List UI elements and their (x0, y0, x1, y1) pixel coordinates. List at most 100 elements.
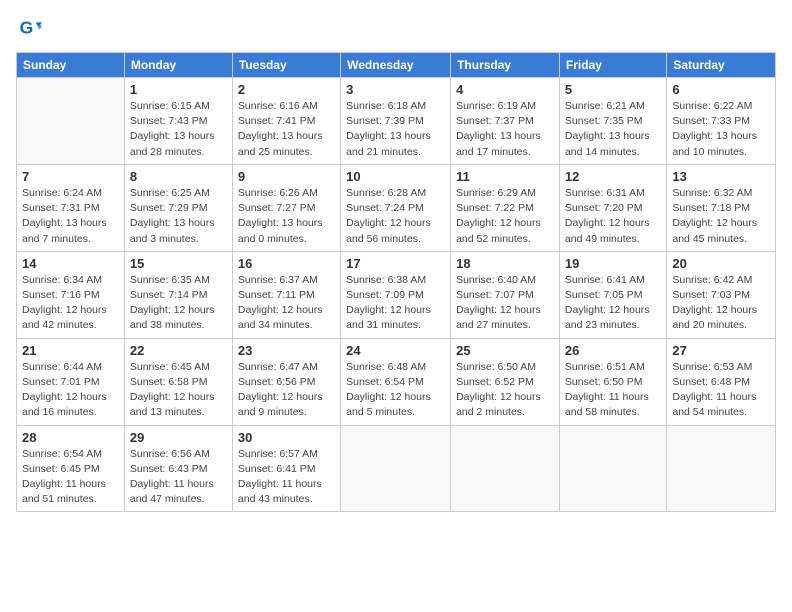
calendar-cell: 10 Sunrise: 6:28 AMSunset: 7:24 PMDayligh… (341, 164, 451, 251)
day-info: Sunrise: 6:22 AMSunset: 7:33 PMDaylight:… (672, 99, 770, 160)
calendar-cell: 7 Sunrise: 6:24 AMSunset: 7:31 PMDaylight… (17, 164, 125, 251)
calendar-cell: 11 Sunrise: 6:29 AMSunset: 7:22 PMDayligh… (451, 164, 560, 251)
day-number: 15 (130, 256, 227, 271)
calendar-cell: 14 Sunrise: 6:34 AMSunset: 7:16 PMDayligh… (17, 251, 125, 338)
calendar-cell: 28 Sunrise: 6:54 AMSunset: 6:45 PMDayligh… (17, 425, 125, 512)
calendar-cell: 30 Sunrise: 6:57 AMSunset: 6:41 PMDayligh… (232, 425, 340, 512)
day-number: 26 (565, 343, 661, 358)
day-info: Sunrise: 6:15 AMSunset: 7:43 PMDaylight:… (130, 99, 227, 160)
day-number: 20 (672, 256, 770, 271)
day-number: 17 (346, 256, 445, 271)
calendar-cell: 17 Sunrise: 6:38 AMSunset: 7:09 PMDayligh… (341, 251, 451, 338)
calendar-cell (451, 425, 560, 512)
day-info: Sunrise: 6:40 AMSunset: 7:07 PMDaylight:… (456, 273, 554, 334)
day-number: 2 (238, 82, 335, 97)
weekday-header: Saturday (667, 53, 776, 78)
svg-text:G: G (20, 18, 34, 38)
day-number: 1 (130, 82, 227, 97)
day-info: Sunrise: 6:32 AMSunset: 7:18 PMDaylight:… (672, 186, 770, 247)
day-info: Sunrise: 6:16 AMSunset: 7:41 PMDaylight:… (238, 99, 335, 160)
page: G SundayMondayTuesdayWednesdayThursdayFr… (0, 0, 792, 612)
calendar-cell: 15 Sunrise: 6:35 AMSunset: 7:14 PMDayligh… (124, 251, 232, 338)
day-number: 24 (346, 343, 445, 358)
calendar-week-row: 28 Sunrise: 6:54 AMSunset: 6:45 PMDayligh… (17, 425, 776, 512)
calendar-week-row: 7 Sunrise: 6:24 AMSunset: 7:31 PMDaylight… (17, 164, 776, 251)
calendar-cell (667, 425, 776, 512)
calendar-cell: 9Sunrise: 6:26 AMSunset: 7:27 PMDaylight… (232, 164, 340, 251)
day-number: 21 (22, 343, 119, 358)
calendar-cell: 2 Sunrise: 6:16 AMSunset: 7:41 PMDaylight… (232, 78, 340, 165)
day-info: Sunrise: 6:38 AMSunset: 7:09 PMDaylight:… (346, 273, 445, 334)
day-number: 7 (22, 169, 119, 184)
day-number: 22 (130, 343, 227, 358)
logo: G (16, 16, 48, 40)
day-info: Sunrise: 6:35 AMSunset: 7:14 PMDaylight:… (130, 273, 227, 334)
calendar-cell: 29Sunrise: 6:56 AMSunset: 6:43 PMDayligh… (124, 425, 232, 512)
calendar-cell (341, 425, 451, 512)
day-info: Sunrise: 6:25 AMSunset: 7:29 PMDaylight:… (130, 186, 227, 247)
calendar-cell (17, 78, 125, 165)
calendar-cell: 12Sunrise: 6:31 AMSunset: 7:20 PMDayligh… (559, 164, 666, 251)
day-number: 30 (238, 430, 335, 445)
day-number: 8 (130, 169, 227, 184)
calendar-cell: 24 Sunrise: 6:48 AMSunset: 6:54 PMDayligh… (341, 338, 451, 425)
day-number: 18 (456, 256, 554, 271)
calendar-cell: 22 Sunrise: 6:45 AMSunset: 6:58 PMDayligh… (124, 338, 232, 425)
calendar-week-row: 21 Sunrise: 6:44 AMSunset: 7:01 PMDayligh… (17, 338, 776, 425)
day-number: 16 (238, 256, 335, 271)
day-info: Sunrise: 6:42 AMSunset: 7:03 PMDaylight:… (672, 273, 770, 334)
day-info: Sunrise: 6:45 AMSunset: 6:58 PMDaylight:… (130, 360, 227, 421)
day-number: 28 (22, 430, 119, 445)
day-info: Sunrise: 6:48 AMSunset: 6:54 PMDaylight:… (346, 360, 445, 421)
calendar-cell: 26 Sunrise: 6:51 AMSunset: 6:50 PMDayligh… (559, 338, 666, 425)
calendar-cell: 8 Sunrise: 6:25 AMSunset: 7:29 PMDaylight… (124, 164, 232, 251)
day-info: Sunrise: 6:57 AMSunset: 6:41 PMDaylight:… (238, 447, 335, 508)
day-number: 5 (565, 82, 661, 97)
day-info: Sunrise: 6:29 AMSunset: 7:22 PMDaylight:… (456, 186, 554, 247)
weekday-header: Monday (124, 53, 232, 78)
day-number: 23 (238, 343, 335, 358)
day-number: 14 (22, 256, 119, 271)
calendar-cell: 1 Sunrise: 6:15 AMSunset: 7:43 PMDaylight… (124, 78, 232, 165)
day-number: 6 (672, 82, 770, 97)
calendar-header-row: SundayMondayTuesdayWednesdayThursdayFrid… (17, 53, 776, 78)
day-info: Sunrise: 6:50 AMSunset: 6:52 PMDaylight:… (456, 360, 554, 421)
calendar-cell: 13 Sunrise: 6:32 AMSunset: 7:18 PMDayligh… (667, 164, 776, 251)
day-info: Sunrise: 6:56 AMSunset: 6:43 PMDaylight:… (130, 447, 227, 508)
calendar-cell (559, 425, 666, 512)
calendar-cell: 27 Sunrise: 6:53 AMSunset: 6:48 PMDayligh… (667, 338, 776, 425)
day-info: Sunrise: 6:34 AMSunset: 7:16 PMDaylight:… (22, 273, 119, 334)
calendar-cell: 3Sunrise: 6:18 AMSunset: 7:39 PMDaylight… (341, 78, 451, 165)
day-info: Sunrise: 6:21 AMSunset: 7:35 PMDaylight:… (565, 99, 661, 160)
day-number: 13 (672, 169, 770, 184)
day-info: Sunrise: 6:51 AMSunset: 6:50 PMDaylight:… (565, 360, 661, 421)
weekday-header: Tuesday (232, 53, 340, 78)
day-number: 3 (346, 82, 445, 97)
calendar-cell: 5 Sunrise: 6:21 AMSunset: 7:35 PMDaylight… (559, 78, 666, 165)
calendar-cell: 18 Sunrise: 6:40 AMSunset: 7:07 PMDayligh… (451, 251, 560, 338)
day-number: 10 (346, 169, 445, 184)
day-info: Sunrise: 6:44 AMSunset: 7:01 PMDaylight:… (22, 360, 119, 421)
day-info: Sunrise: 6:24 AMSunset: 7:31 PMDaylight:… (22, 186, 119, 247)
day-number: 27 (672, 343, 770, 358)
day-number: 4 (456, 82, 554, 97)
weekday-header: Friday (559, 53, 666, 78)
calendar-table: SundayMondayTuesdayWednesdayThursdayFrid… (16, 52, 776, 512)
calendar-week-row: 1 Sunrise: 6:15 AMSunset: 7:43 PMDaylight… (17, 78, 776, 165)
day-info: Sunrise: 6:19 AMSunset: 7:37 PMDaylight:… (456, 99, 554, 160)
weekday-header: Thursday (451, 53, 560, 78)
day-info: Sunrise: 6:41 AMSunset: 7:05 PMDaylight:… (565, 273, 661, 334)
weekday-header: Wednesday (341, 53, 451, 78)
calendar-cell: 16 Sunrise: 6:37 AMSunset: 7:11 PMDayligh… (232, 251, 340, 338)
day-info: Sunrise: 6:26 AMSunset: 7:27 PMDaylight:… (238, 186, 335, 247)
day-number: 12 (565, 169, 661, 184)
day-info: Sunrise: 6:37 AMSunset: 7:11 PMDaylight:… (238, 273, 335, 334)
day-info: Sunrise: 6:54 AMSunset: 6:45 PMDaylight:… (22, 447, 119, 508)
calendar-week-row: 14 Sunrise: 6:34 AMSunset: 7:16 PMDayligh… (17, 251, 776, 338)
day-number: 25 (456, 343, 554, 358)
calendar-cell: 25 Sunrise: 6:50 AMSunset: 6:52 PMDayligh… (451, 338, 560, 425)
day-info: Sunrise: 6:28 AMSunset: 7:24 PMDaylight:… (346, 186, 445, 247)
day-number: 11 (456, 169, 554, 184)
day-info: Sunrise: 6:53 AMSunset: 6:48 PMDaylight:… (672, 360, 770, 421)
calendar-cell: 20 Sunrise: 6:42 AMSunset: 7:03 PMDayligh… (667, 251, 776, 338)
